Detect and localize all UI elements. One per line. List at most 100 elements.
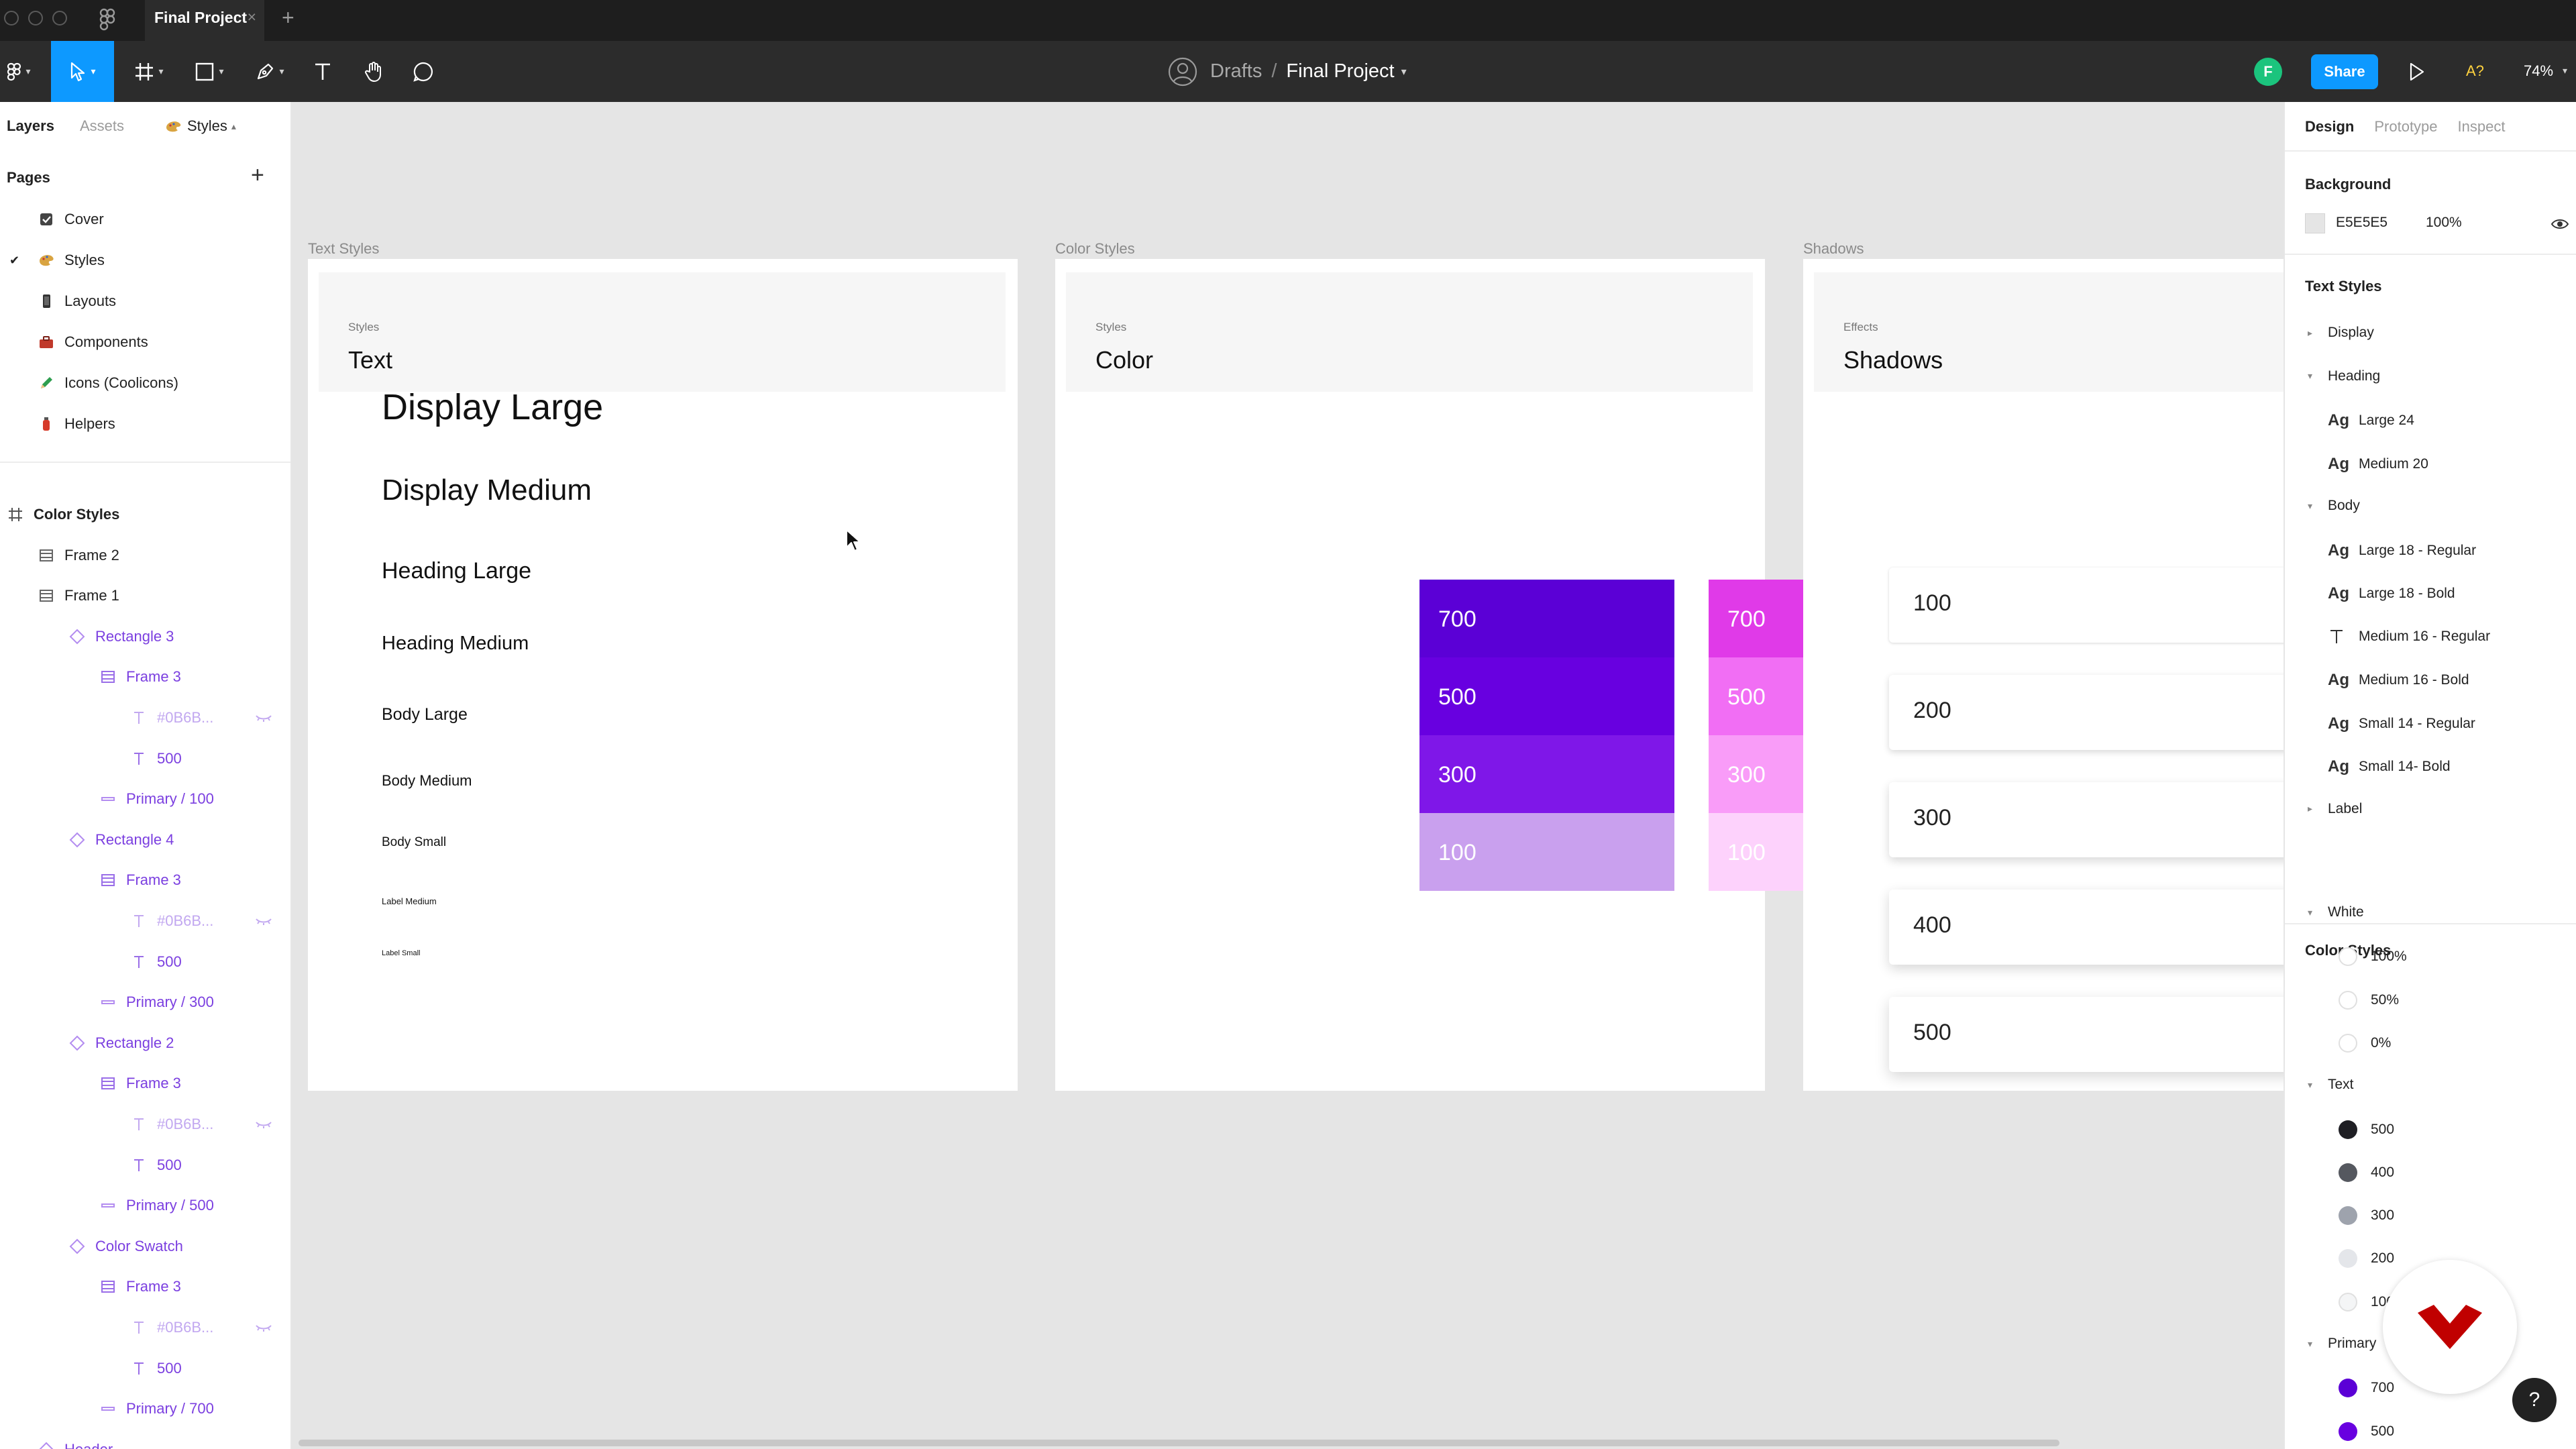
hidden-eye-icon[interactable]: [255, 709, 272, 727]
layer-row[interactable]: Frame 3: [98, 1270, 181, 1303]
tab-final-project[interactable]: Final Project ×: [145, 0, 264, 41]
plugin-widget[interactable]: [2383, 1260, 2517, 1394]
styles-page-dropdown[interactable]: Styles ▴: [164, 117, 236, 135]
color-style-group[interactable]: ▾ White: [2308, 904, 2364, 920]
hidden-eye-icon[interactable]: [255, 912, 272, 930]
layer-row[interactable]: Frame 2: [36, 539, 119, 572]
color-style-item[interactable]: 500: [2339, 1120, 2394, 1139]
new-tab-icon[interactable]: +: [282, 5, 294, 30]
layer-row[interactable]: 500: [129, 742, 182, 775]
pen-tool-button[interactable]: ▾: [246, 41, 294, 102]
layer-row[interactable]: Frame 1: [36, 579, 119, 612]
add-page-icon[interactable]: +: [251, 162, 264, 189]
layer-row[interactable]: Primary / 500: [98, 1189, 214, 1222]
page-item[interactable]: ✔ Styles: [9, 244, 105, 277]
frame-label-shadows[interactable]: Shadows: [1803, 240, 1864, 258]
text-tool-button[interactable]: [306, 41, 339, 102]
shadow-card[interactable]: 300: [1889, 782, 2284, 857]
eye-visibility-icon[interactable]: [2551, 217, 2569, 231]
layer-row[interactable]: Frame 3: [98, 863, 181, 897]
layer-row[interactable]: #0B6B...: [129, 904, 272, 938]
color-style-item[interactable]: 100%: [2339, 947, 2407, 967]
page-item[interactable]: Icons (Coolicons): [9, 366, 178, 400]
color-styles-frame[interactable]: Styles Color 700 500 300 100 700 500 300 100: [1055, 259, 1964, 1091]
color-style-group[interactable]: ▾ Text: [2308, 1077, 2354, 1093]
page-item[interactable]: Components: [9, 325, 148, 359]
visibility-toggle[interactable]: [255, 912, 272, 930]
shadows-frame[interactable]: Effects Shadows 100 200 300 400 500: [1803, 259, 2284, 1091]
text-style-sample[interactable]: Body Medium: [382, 772, 472, 790]
text-style-item[interactable]: Medium 16 - Regular: [2328, 628, 2490, 645]
layer-row[interactable]: Rectangle 4: [67, 823, 174, 857]
comment-tool-button[interactable]: [405, 41, 441, 102]
hand-tool-button[interactable]: [356, 41, 392, 102]
main-menu-button[interactable]: ▾: [0, 41, 38, 102]
background-hex[interactable]: E5E5E5: [2336, 215, 2387, 231]
background-color-swatch[interactable]: [2305, 213, 2325, 233]
accessibility-check-button[interactable]: A?: [2466, 62, 2484, 80]
color-swatch[interactable]: 100: [1419, 813, 1674, 891]
present-play-icon[interactable]: [2407, 61, 2426, 83]
horizontal-scrollbar[interactable]: [299, 1440, 2059, 1446]
window-minimize-dot[interactable]: [28, 11, 43, 25]
background-opacity[interactable]: 100%: [2426, 215, 2462, 231]
layer-row[interactable]: Color Swatch: [67, 1230, 183, 1263]
layer-row[interactable]: 500: [129, 1148, 182, 1182]
text-style-item[interactable]: Ag Medium 16 - Bold: [2328, 671, 2469, 690]
text-style-group[interactable]: ▾ Heading: [2308, 368, 2380, 384]
color-style-item[interactable]: 50%: [2339, 990, 2399, 1010]
layer-row[interactable]: Color Styles: [5, 498, 119, 531]
canvas[interactable]: Text Styles Styles Text Display Large Dis…: [293, 102, 2284, 1440]
hidden-eye-icon[interactable]: [255, 1319, 272, 1336]
layer-row[interactable]: #0B6B...: [129, 701, 272, 735]
layer-row[interactable]: Primary / 100: [98, 782, 214, 816]
text-style-sample[interactable]: Body Small: [382, 835, 446, 850]
zoom-chevron-icon[interactable]: ▾: [2563, 65, 2567, 76]
tab-design[interactable]: Design: [2305, 118, 2354, 136]
page-item[interactable]: Cover: [9, 203, 104, 236]
visibility-toggle[interactable]: [255, 709, 272, 727]
layer-row[interactable]: Rectangle 3: [67, 620, 174, 653]
share-button[interactable]: Share: [2311, 54, 2378, 89]
layer-row[interactable]: 500: [129, 945, 182, 979]
visibility-toggle[interactable]: [255, 1116, 272, 1133]
text-styles-frame[interactable]: Styles Text Display Large Display Medium H…: [308, 259, 1018, 1091]
layer-row[interactable]: Frame 3: [98, 1067, 181, 1100]
shape-tool-button[interactable]: ▾: [185, 41, 233, 102]
text-style-sample[interactable]: Label Small: [382, 949, 420, 957]
text-style-item[interactable]: Ag Small 14- Bold: [2328, 757, 2451, 776]
user-avatar[interactable]: F: [2254, 58, 2282, 86]
layer-row[interactable]: Header: [36, 1433, 113, 1449]
shadow-card[interactable]: 400: [1889, 890, 2284, 965]
text-style-group[interactable]: ▾ Body: [2308, 498, 2360, 514]
layer-row[interactable]: Frame 3: [98, 660, 181, 694]
figma-logo-icon[interactable]: [99, 8, 115, 31]
breadcrumb-drafts[interactable]: Drafts: [1210, 60, 1262, 83]
text-style-sample[interactable]: Body Large: [382, 705, 468, 724]
layer-row[interactable]: Rectangle 2: [67, 1026, 174, 1060]
tab-assets[interactable]: Assets: [80, 117, 124, 135]
color-style-item[interactable]: 500: [2339, 1421, 2394, 1441]
color-style-item[interactable]: 400: [2339, 1163, 2394, 1182]
shadow-card[interactable]: 200: [1889, 675, 2284, 750]
frame-label-text-styles[interactable]: Text Styles: [308, 240, 379, 258]
text-style-item[interactable]: Ag Large 18 - Regular: [2328, 541, 2476, 560]
text-style-sample[interactable]: Display Large: [382, 386, 603, 428]
help-button[interactable]: ?: [2512, 1378, 2557, 1422]
layer-row[interactable]: Primary / 300: [98, 985, 214, 1019]
color-swatch[interactable]: 700: [1419, 580, 1674, 657]
text-style-group[interactable]: ▸ Display: [2308, 325, 2374, 341]
text-style-sample[interactable]: Heading Large: [382, 558, 531, 584]
zoom-level[interactable]: 74%: [2524, 62, 2553, 80]
text-style-item[interactable]: Ag Medium 20: [2328, 455, 2428, 474]
text-style-item[interactable]: Ag Large 24: [2328, 411, 2414, 430]
color-style-item[interactable]: 200: [2339, 1249, 2394, 1269]
layer-row[interactable]: Primary / 700: [98, 1392, 214, 1426]
page-item[interactable]: Layouts: [9, 284, 116, 318]
color-swatch[interactable]: 300: [1419, 735, 1674, 813]
text-style-group[interactable]: ▸ Label: [2308, 801, 2362, 817]
tab-prototype[interactable]: Prototype: [2374, 118, 2437, 136]
tab-close-icon[interactable]: ×: [248, 8, 256, 26]
layer-row[interactable]: #0B6B...: [129, 1311, 272, 1344]
window-maximize-dot[interactable]: [52, 11, 67, 25]
